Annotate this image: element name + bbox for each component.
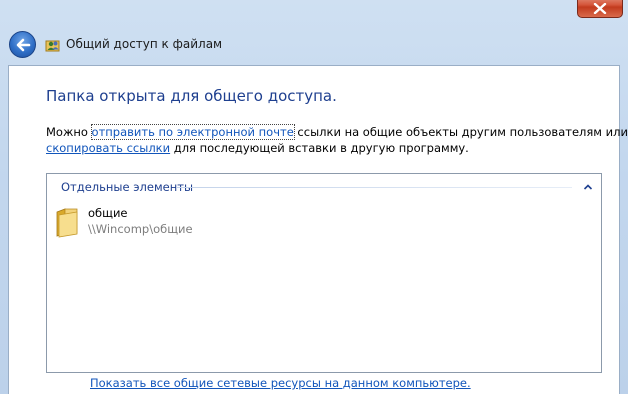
sharing-wizard-icon (45, 37, 61, 53)
description-prefix: Можно (46, 125, 92, 139)
description-text: Можно отправить по электронной почте ссы… (46, 124, 628, 156)
content-pane: Папка открыта для общего доступа. Можно … (8, 65, 628, 394)
show-all-shares-link[interactable]: Показать все общие сетевые ресурсы на да… (90, 376, 471, 390)
list-item[interactable]: общие \\Wincomp\общие (51, 204, 351, 240)
description-middle: ссылки на общие объекты другим пользоват… (293, 125, 628, 139)
send-email-link[interactable]: отправить по электронной почте (90, 124, 295, 140)
chevron-up-icon[interactable] (581, 179, 595, 193)
group-divider (177, 187, 572, 188)
close-button[interactable] (577, 0, 623, 18)
sharing-wizard-window: Общий доступ к файлам Папка открыта для … (0, 0, 628, 394)
folder-icon (53, 206, 81, 238)
item-name: общие (88, 206, 128, 220)
description-suffix: для последующей вставки в другую програм… (170, 141, 469, 155)
back-button[interactable] (9, 31, 36, 58)
page-heading: Папка открыта для общего доступа. (46, 87, 337, 105)
item-path: \\Wincomp\общие (88, 222, 193, 236)
window-title: Общий доступ к файлам (66, 37, 223, 51)
shared-items-list[interactable]: Отдельные элементы общие \\Wincomp\общие (46, 173, 602, 373)
copy-links-link[interactable]: скопировать ссылки (46, 141, 170, 155)
